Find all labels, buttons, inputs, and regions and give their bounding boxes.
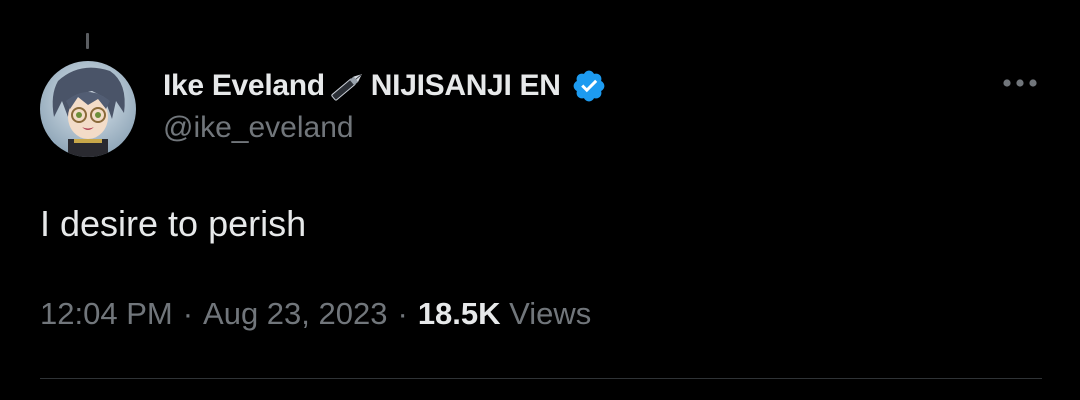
tweet-text: I desire to perish bbox=[40, 203, 307, 244]
more-horizontal-icon bbox=[1003, 79, 1037, 87]
tweet-metadata: 12:04 PM · Aug 23, 2023 · 18.5K Views bbox=[40, 296, 591, 332]
separator: · bbox=[182, 296, 194, 331]
views-label[interactable]: Views bbox=[509, 296, 591, 331]
display-name[interactable]: Ike Eveland bbox=[163, 69, 325, 103]
tweet-date[interactable]: Aug 23, 2023 bbox=[203, 296, 387, 331]
avatar-image bbox=[40, 61, 136, 157]
tweet-time[interactable]: 12:04 PM bbox=[40, 296, 173, 331]
author-handle[interactable]: @ike_eveland bbox=[163, 111, 354, 145]
pen-icon bbox=[325, 69, 369, 103]
divider bbox=[40, 378, 1042, 379]
verified-badge-icon[interactable] bbox=[571, 68, 607, 104]
more-options-button[interactable] bbox=[996, 68, 1044, 98]
separator: · bbox=[397, 296, 408, 331]
org-name[interactable]: NIJISANJI EN bbox=[371, 69, 561, 103]
views-count[interactable]: 18.5K bbox=[418, 296, 501, 331]
avatar[interactable] bbox=[40, 61, 136, 157]
thread-connector-line bbox=[86, 33, 89, 49]
author-name-row[interactable]: Ike Eveland NIJISANJI EN bbox=[163, 66, 607, 106]
